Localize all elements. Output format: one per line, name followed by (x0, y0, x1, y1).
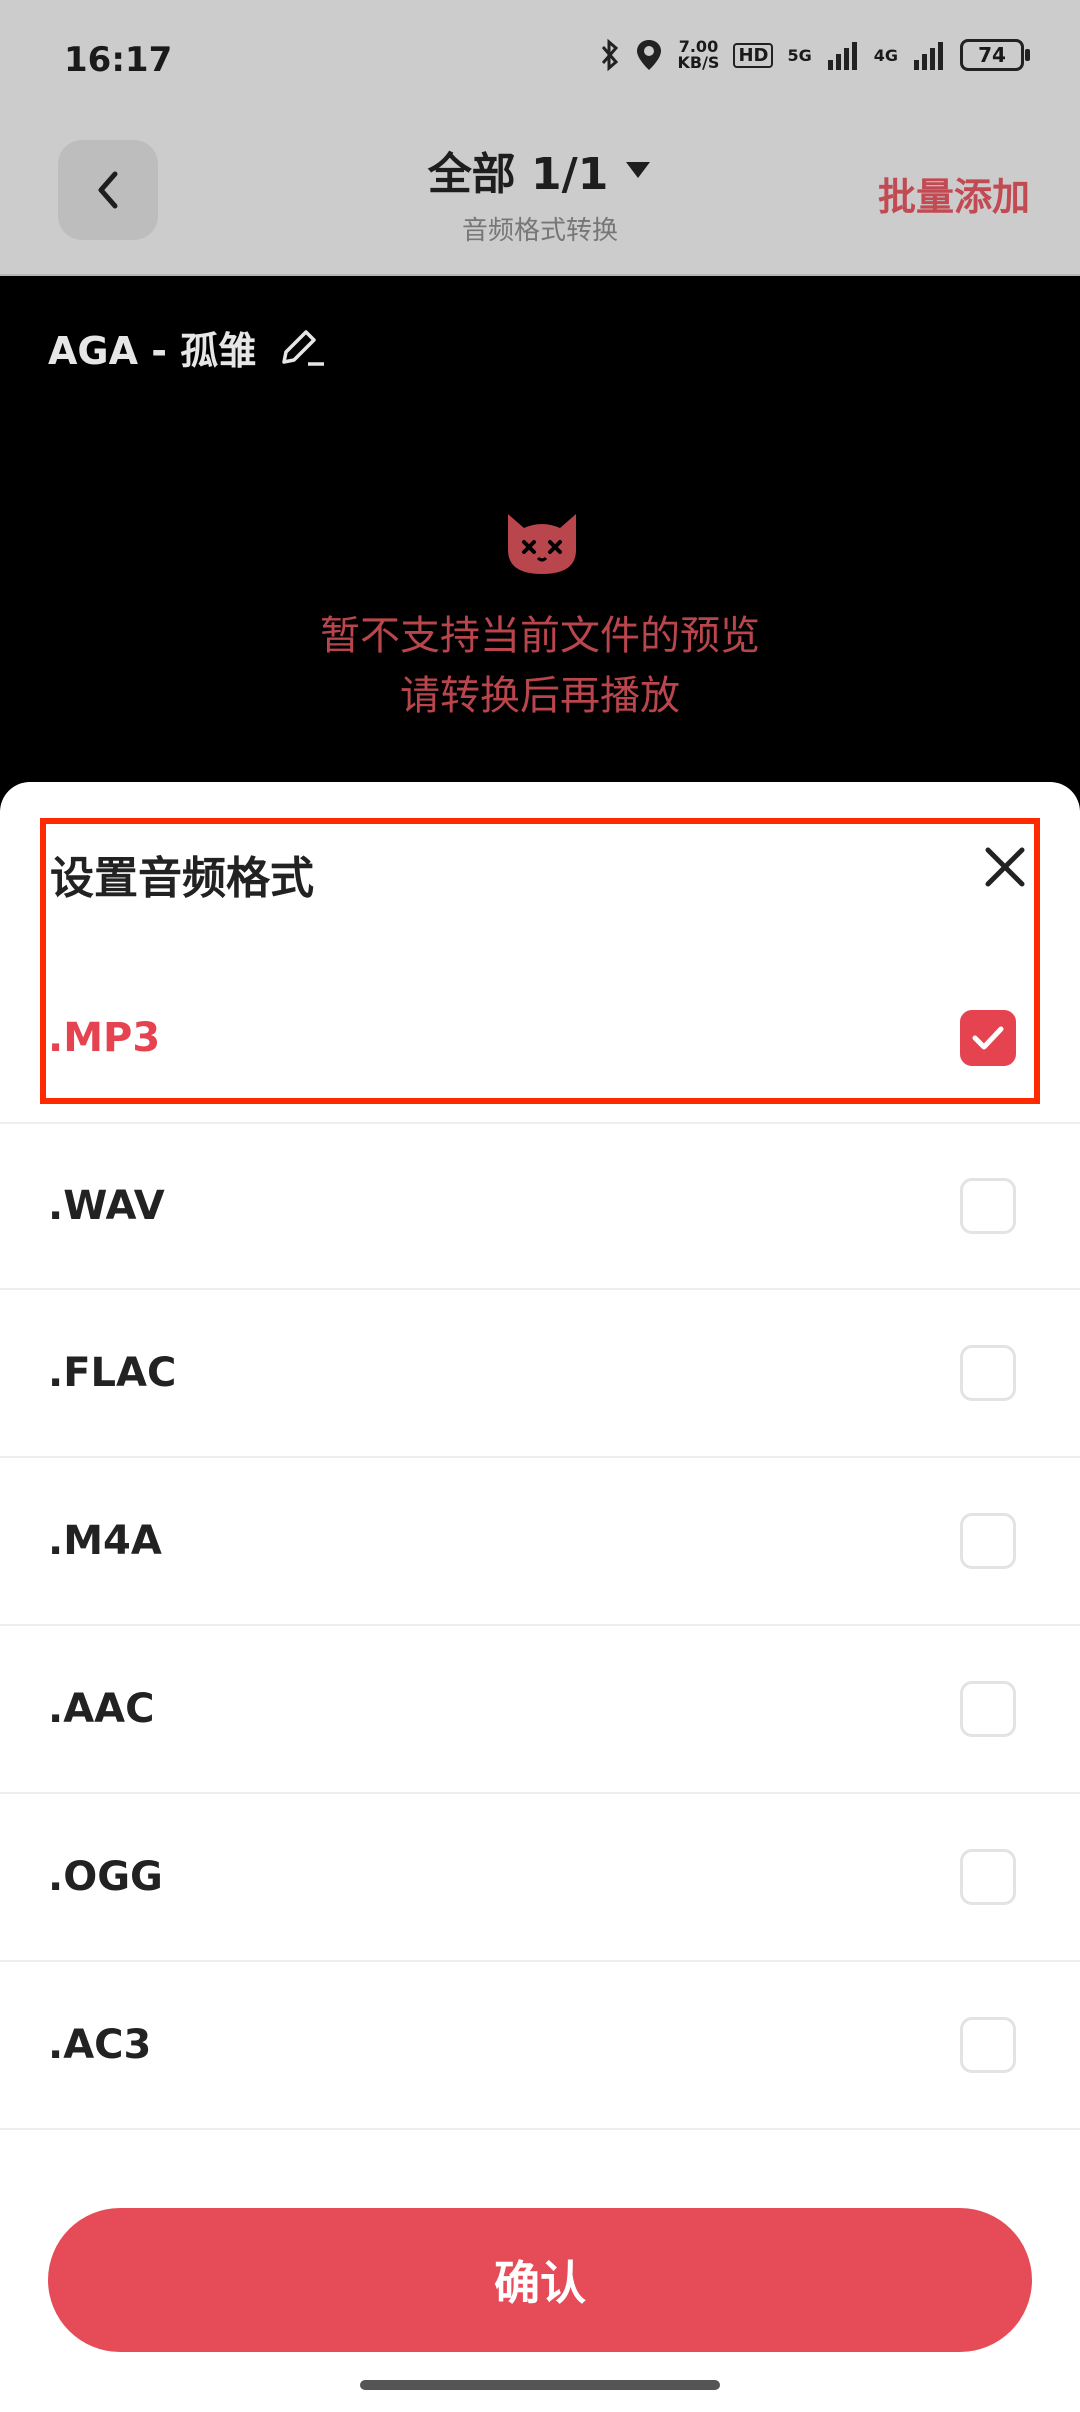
format-option-label: .WAV (48, 1183, 165, 1229)
file-name-row: AGA - 孤雏 (48, 320, 328, 375)
close-icon (985, 847, 1025, 887)
format-checkbox[interactable] (960, 1513, 1016, 1569)
preview-message-line1: 暂不支持当前文件的预览 (320, 613, 760, 659)
signal-icon (827, 42, 857, 70)
edit-pencil-icon[interactable] (278, 326, 328, 370)
net-5g-label: 5G (787, 45, 812, 65)
sheet-title: 设置音频格式 (50, 853, 314, 904)
format-option-label: .M4A (48, 1518, 162, 1564)
caret-down-icon (626, 162, 651, 178)
format-checkbox[interactable] (960, 1178, 1016, 1234)
format-checkbox[interactable] (960, 1849, 1016, 1905)
status-time: 16:17 (64, 40, 173, 80)
folder-selector[interactable]: 全部 1/1 (428, 138, 653, 202)
preview-unsupported-message: 暂不支持当前文件的预览 请转换后再播放 (0, 606, 1080, 726)
format-option-label: .FLAC (48, 1350, 177, 1396)
preview-message-line2: 请转换后再播放 (400, 673, 680, 719)
preview-area: AGA - 孤雏 暂不支持当前文件的预览 请转换后再播放 (0, 276, 1080, 796)
file-name: AGA - 孤雏 (48, 329, 257, 373)
status-bar: 16:17 7.00 KB/S HD 5G 4G 74 (0, 0, 1080, 122)
format-option-ac3[interactable]: .AC3 (0, 1962, 1080, 2130)
format-option-aac[interactable]: .AAC (0, 1626, 1080, 1794)
format-checkbox[interactable] (960, 1345, 1016, 1401)
format-checkbox[interactable] (960, 2017, 1016, 2073)
location-icon (637, 40, 662, 70)
close-button[interactable] (970, 832, 1040, 902)
format-checkbox[interactable] (960, 1681, 1016, 1737)
speed-unit: KB/S (677, 53, 720, 72)
format-option-label: .AC3 (48, 2022, 152, 2068)
hd-badge: HD (733, 42, 774, 68)
network-speed: 7.00 KB/S (677, 39, 719, 71)
bluetooth-icon (602, 38, 619, 72)
cat-error-icon (508, 514, 576, 574)
format-option-flac[interactable]: .FLAC (0, 1290, 1080, 1458)
format-option-ogg[interactable]: .OGG (0, 1794, 1080, 1962)
signal-icon-2 (914, 42, 943, 70)
confirm-button[interactable]: 确认 (48, 2208, 1032, 2352)
format-option-label: .AAC (48, 1686, 155, 1732)
check-icon (972, 1026, 1004, 1050)
format-option-label: .MP3 (48, 1015, 161, 1061)
batch-add-button[interactable]: 批量添加 (878, 166, 1030, 221)
format-option-mp3[interactable]: .MP3 (0, 954, 1080, 1122)
top-bar: 全部 1/1 音频格式转换 批量添加 (0, 122, 1080, 276)
page-title: 全部 1/1 (427, 149, 609, 200)
battery-icon: 74 (960, 39, 1030, 71)
format-option-label: .OGG (48, 1854, 163, 1900)
status-icons: 7.00 KB/S HD 5G 4G 74 (599, 38, 1030, 72)
format-checkbox[interactable] (960, 1010, 1016, 1066)
battery-level: 74 (978, 43, 1006, 67)
format-option-m4a[interactable]: .M4A (0, 1458, 1080, 1626)
net-4g-label: 4G (873, 45, 898, 65)
home-indicator (360, 2380, 720, 2390)
format-option-wav[interactable]: .WAV (0, 1122, 1080, 1290)
